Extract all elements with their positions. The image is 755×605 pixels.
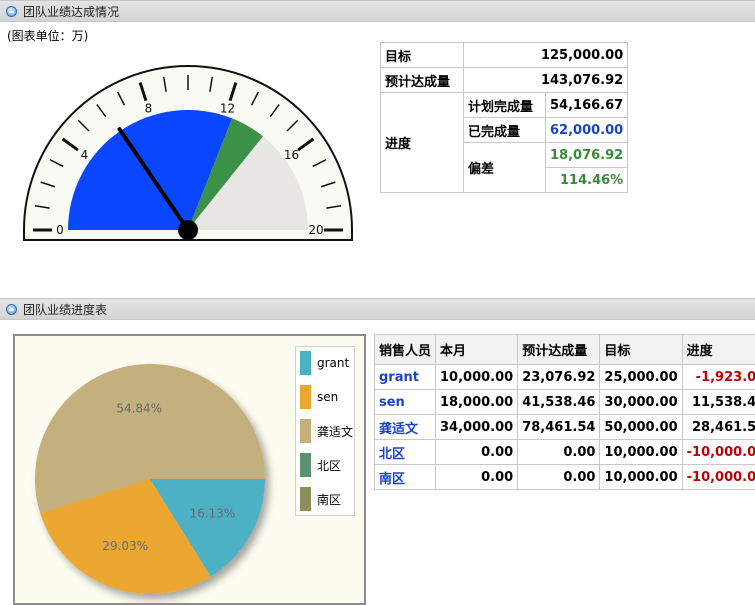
target-value: 25,000.00	[599, 364, 683, 390]
gauge-tick-label: 8	[145, 101, 153, 115]
planned-label: 计划完成量	[463, 92, 546, 118]
forecast-value: 41,538.46	[517, 389, 601, 415]
salesperson-name[interactable]: sen	[373, 389, 437, 415]
table-row: 龚适文34,000.0078,461.5450,000.0028,461.54	[373, 414, 755, 440]
collapse-icon[interactable]	[6, 303, 17, 315]
salesperson-name[interactable]: 北区	[373, 439, 437, 465]
progress-label: 进度	[380, 92, 464, 193]
gauge-tick-label: 4	[81, 148, 89, 162]
legend-label: 龚适文	[317, 424, 354, 439]
month-value: 0.00	[435, 439, 519, 465]
legend-swatch	[300, 487, 311, 511]
forecast-value: 0.00	[517, 439, 601, 465]
legend-item: 南区	[300, 487, 341, 511]
legend-item: sen	[300, 385, 338, 409]
column-header[interactable]: 销售人员	[373, 334, 437, 365]
pie-slice-label: 54.84%	[116, 402, 162, 416]
column-header[interactable]: 本月	[435, 334, 519, 365]
deviation-value: 18,076.92	[544, 142, 629, 168]
sales-table: 销售人员 本月 预计达成量 目标 进度 grant 10,000.00 23,076.92 2…	[373, 334, 755, 490]
gauge-tick-label: 20	[308, 223, 323, 237]
section-header-progress[interactable]: 团队业绩进度表	[0, 298, 755, 320]
month-value: 10,000.00	[435, 364, 519, 390]
forecast-label: 预计达成量	[380, 67, 464, 93]
deviation-percent: 114.46%	[544, 167, 629, 193]
progress-value: 28,461.54	[681, 414, 755, 440]
collapse-icon[interactable]	[6, 5, 17, 17]
month-value: 18,000.00	[435, 389, 519, 415]
month-value: 34,000.00	[435, 414, 519, 440]
table-row: 北区0.000.0010,000.00-10,000.00	[373, 439, 755, 465]
legend-swatch	[300, 453, 311, 477]
forecast-value: 78,461.54	[517, 414, 601, 440]
forecast-value: 143,076.92	[462, 67, 629, 93]
summary-table: 目标 125,000.00 预计达成量 143,076.92 进度 计划完成量 …	[380, 42, 629, 193]
column-header[interactable]: 预计达成量	[517, 334, 601, 365]
table-row: sen18,000.0041,538.4630,000.0011,538.46	[373, 389, 755, 415]
gauge-tick-label: 0	[56, 223, 64, 237]
target-value: 50,000.00	[599, 414, 683, 440]
salesperson-name[interactable]: 南区	[373, 464, 437, 490]
target-value: 10,000.00	[599, 439, 683, 465]
table-row: grant 10,000.00 23,076.92 25,000.00 -1,923.0…	[373, 364, 755, 390]
gauge-hub	[178, 220, 198, 240]
salesperson-name[interactable]: grant	[373, 364, 437, 390]
pie-chart-frame: 16.13% 29.03% 54.84% grant sen 龚适文北区南区	[13, 334, 366, 605]
progress-value: -10,000.00	[681, 464, 755, 490]
planned-value: 54,166.67	[544, 92, 629, 118]
forecast-value: 23,076.92	[517, 364, 601, 390]
pie-slice-label: 16.13%	[189, 507, 235, 521]
section-title: 团队业绩进度表	[23, 302, 108, 317]
target-label: 目标	[380, 42, 464, 68]
pie-legend: grant sen 龚适文北区南区	[295, 346, 355, 516]
target-value: 30,000.00	[599, 389, 683, 415]
legend-label: grant	[317, 356, 350, 370]
unit-label: (图表单位：万)	[7, 29, 89, 43]
progress-value: -1,923.08	[681, 364, 755, 390]
legend-label: 北区	[317, 458, 342, 473]
pie-slice-label: 29.03%	[102, 539, 148, 553]
done-value: 62,000.00	[544, 117, 629, 143]
month-value: 0.00	[435, 464, 519, 490]
progress-value: -10,000.00	[681, 439, 755, 465]
gauge-tick-label: 12	[220, 101, 235, 115]
legend-item: 龚适文	[300, 419, 353, 443]
section-title: 团队业绩达成情况	[23, 4, 120, 19]
legend-item: 北区	[300, 453, 341, 477]
progress-value: 11,538.46	[681, 389, 755, 415]
legend-label: 南区	[317, 492, 342, 507]
target-value: 10,000.00	[599, 464, 683, 490]
legend-label: sen	[317, 390, 339, 404]
target-value: 125,000.00	[462, 42, 629, 68]
section-header-achievement[interactable]: 团队业绩达成情况	[0, 0, 755, 22]
column-header[interactable]: 进度	[681, 334, 755, 365]
gauge-chart: 0 4 8 12 16 20	[23, 65, 353, 241]
deviation-label: 偏差	[463, 142, 546, 193]
forecast-value: 0.00	[517, 464, 601, 490]
done-label: 已完成量	[463, 117, 546, 143]
legend-swatch	[300, 385, 311, 409]
table-row: 南区0.000.0010,000.00-10,000.00	[373, 464, 755, 490]
column-header[interactable]: 目标	[599, 334, 683, 365]
legend-item: grant	[300, 351, 349, 375]
salesperson-name[interactable]: 龚适文	[373, 414, 437, 440]
legend-swatch	[300, 351, 311, 375]
gauge-tick-label: 16	[284, 148, 299, 162]
legend-swatch	[300, 419, 311, 443]
